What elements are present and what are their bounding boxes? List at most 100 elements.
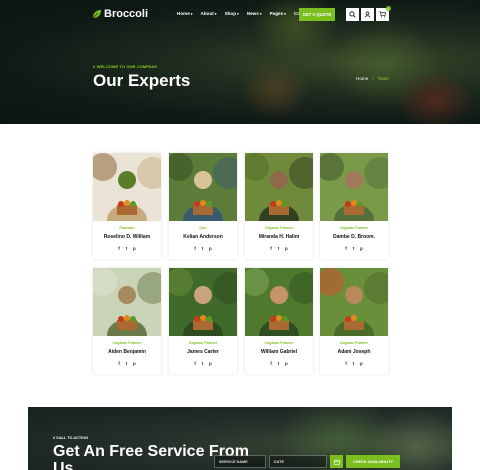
facebook-icon[interactable]: f bbox=[194, 361, 195, 366]
pinterest-icon[interactable]: p bbox=[133, 361, 136, 366]
team-member-name[interactable]: Kelian Anderson bbox=[169, 234, 237, 240]
team-card[interactable]: Organic Farmer Aiden Benjamin f t p bbox=[93, 268, 161, 374]
cart-icon bbox=[379, 11, 386, 18]
user-icon bbox=[364, 11, 371, 18]
team-member-photo bbox=[320, 268, 388, 336]
facebook-icon[interactable]: f bbox=[118, 361, 119, 366]
search-button[interactable] bbox=[346, 8, 359, 21]
chevron-down-icon: ▾ bbox=[237, 11, 239, 16]
breadcrumb-separator: / bbox=[372, 76, 374, 81]
twitter-icon[interactable]: t bbox=[202, 361, 203, 366]
calendar-icon bbox=[333, 459, 340, 465]
team-member-role: Organic Farmer bbox=[264, 226, 294, 230]
check-availability-button[interactable]: CHECK AVAILABILITY bbox=[346, 455, 400, 468]
twitter-icon[interactable]: t bbox=[126, 361, 127, 366]
leaf-logo-icon bbox=[92, 10, 101, 19]
get-a-quote-button[interactable]: GET A QUOTE bbox=[299, 8, 335, 21]
team-member-role: Organic Farmer bbox=[112, 341, 142, 345]
chevron-down-icon: ▾ bbox=[214, 11, 217, 16]
team-member-name[interactable]: William Gabriel bbox=[245, 349, 313, 355]
social-links: ftp bbox=[245, 361, 313, 366]
facebook-icon[interactable]: f bbox=[270, 246, 271, 251]
facebook-icon[interactable]: f bbox=[345, 246, 346, 251]
social-links: ftp bbox=[245, 246, 313, 251]
call-to-action-section: // CALL TO ACTION Get An Free Service Fr… bbox=[28, 407, 452, 470]
twitter-icon[interactable]: t bbox=[353, 246, 354, 251]
breadcrumb-current: Team bbox=[377, 76, 389, 81]
brand-name: Broccoli bbox=[104, 8, 149, 20]
team-card[interactable]: Founder Roselino D. William f t p bbox=[93, 153, 161, 259]
team-card[interactable]: Organic Farmer Adam Joseph f t p bbox=[320, 268, 388, 374]
team-member-name[interactable]: Miranda H. Halim bbox=[245, 234, 313, 240]
nav-item-label: Home bbox=[177, 11, 190, 16]
twitter-icon[interactable]: t bbox=[278, 246, 279, 251]
twitter-icon[interactable]: t bbox=[202, 246, 203, 251]
facebook-icon[interactable]: f bbox=[118, 246, 119, 251]
availability-form: SERVICE NAME DATE CHECK AVAILABILITY bbox=[214, 455, 400, 468]
pinterest-icon[interactable]: p bbox=[209, 246, 212, 251]
team-member-photo bbox=[245, 153, 313, 221]
team-member-photo bbox=[169, 153, 237, 221]
nav-item-label: News bbox=[246, 11, 259, 16]
nav-item-news[interactable]: News ▾ bbox=[247, 11, 262, 16]
nav-item-label: About bbox=[200, 11, 214, 16]
cart-count-badge: 0 bbox=[386, 6, 391, 11]
cart-button[interactable]: 0 bbox=[376, 6, 391, 21]
team-member-name[interactable]: Aiden Benjamin bbox=[93, 349, 161, 355]
nav-item-shop[interactable]: Shop ▾ bbox=[225, 11, 239, 16]
account-button[interactable] bbox=[361, 8, 374, 21]
pinterest-icon[interactable]: p bbox=[360, 361, 363, 366]
nav-item-about[interactable]: About ▾ bbox=[201, 11, 217, 16]
pinterest-icon[interactable]: p bbox=[360, 246, 363, 251]
nav-item-label: Shop bbox=[224, 11, 237, 16]
team-member-name[interactable]: James Carter bbox=[169, 349, 237, 355]
team-member-role: Organic Farmer bbox=[188, 341, 218, 345]
logo[interactable]: Broccoli bbox=[92, 8, 148, 20]
team-member-photo bbox=[320, 153, 388, 221]
social-links: ftp bbox=[320, 361, 388, 366]
team-card[interactable]: Organic Farmer William Gabriel f t p bbox=[245, 268, 313, 374]
team-member-photo bbox=[93, 268, 161, 336]
twitter-icon[interactable]: t bbox=[353, 361, 354, 366]
pinterest-icon[interactable]: p bbox=[133, 246, 136, 251]
team-member-name[interactable]: Dambe D. Broom. bbox=[320, 234, 388, 240]
main-navbar: Broccoli Home▾About▾Shop▾News▾Pages▾Cont… bbox=[0, 0, 480, 30]
cta-subtitle: // CALL TO ACTION bbox=[53, 436, 88, 440]
breadcrumb-home-link[interactable]: Home bbox=[356, 76, 368, 81]
chevron-down-icon: ▾ bbox=[284, 11, 286, 16]
pinterest-icon[interactable]: p bbox=[209, 361, 212, 366]
team-card[interactable]: Ceo Kelian Anderson f t p bbox=[169, 153, 237, 259]
social-links: ftp bbox=[93, 361, 161, 366]
pinterest-icon[interactable]: p bbox=[285, 361, 288, 366]
social-links: ftp bbox=[169, 246, 237, 251]
nav-item-pages[interactable]: Pages ▾ bbox=[270, 11, 286, 16]
chevron-down-icon: ▾ bbox=[190, 11, 193, 16]
hero-bg-vegetables bbox=[395, 70, 475, 124]
search-icon bbox=[349, 11, 356, 18]
service-name-input[interactable]: SERVICE NAME bbox=[214, 455, 266, 468]
hero-banner: Broccoli Home▾About▾Shop▾News▾Pages▾Cont… bbox=[0, 0, 480, 124]
team-member-role: Organic Farmer bbox=[339, 341, 369, 345]
team-card[interactable]: Organic Farmer Dambe D. Broom. f t p bbox=[320, 153, 388, 259]
nav-item-home[interactable]: Home ▾ bbox=[177, 11, 193, 16]
hero-subtitle: // WELCOME TO OUR COMPANY bbox=[93, 64, 158, 69]
team-member-role: Organic Farmer bbox=[339, 226, 369, 230]
team-member-photo bbox=[93, 153, 161, 221]
twitter-icon[interactable]: t bbox=[126, 246, 127, 251]
facebook-icon[interactable]: f bbox=[270, 361, 271, 366]
team-member-name[interactable]: Adam Joseph bbox=[320, 349, 388, 355]
social-links: ftp bbox=[93, 246, 161, 251]
pinterest-icon[interactable]: p bbox=[285, 246, 288, 251]
calendar-button[interactable] bbox=[330, 455, 343, 468]
team-member-photo bbox=[169, 268, 237, 336]
twitter-icon[interactable]: t bbox=[278, 361, 279, 366]
team-member-name[interactable]: Roselino D. William bbox=[93, 234, 161, 240]
nav-item-label: Pages bbox=[269, 11, 284, 16]
team-member-role: Founder bbox=[119, 226, 135, 230]
team-card[interactable]: Organic Farmer Miranda H. Halim f t p bbox=[245, 153, 313, 259]
team-card[interactable]: Organic Farmer James Carter f t p bbox=[169, 268, 237, 374]
chevron-down-icon: ▾ bbox=[259, 11, 262, 16]
facebook-icon[interactable]: f bbox=[194, 246, 195, 251]
date-input[interactable]: DATE bbox=[269, 455, 327, 468]
facebook-icon[interactable]: f bbox=[345, 361, 346, 366]
